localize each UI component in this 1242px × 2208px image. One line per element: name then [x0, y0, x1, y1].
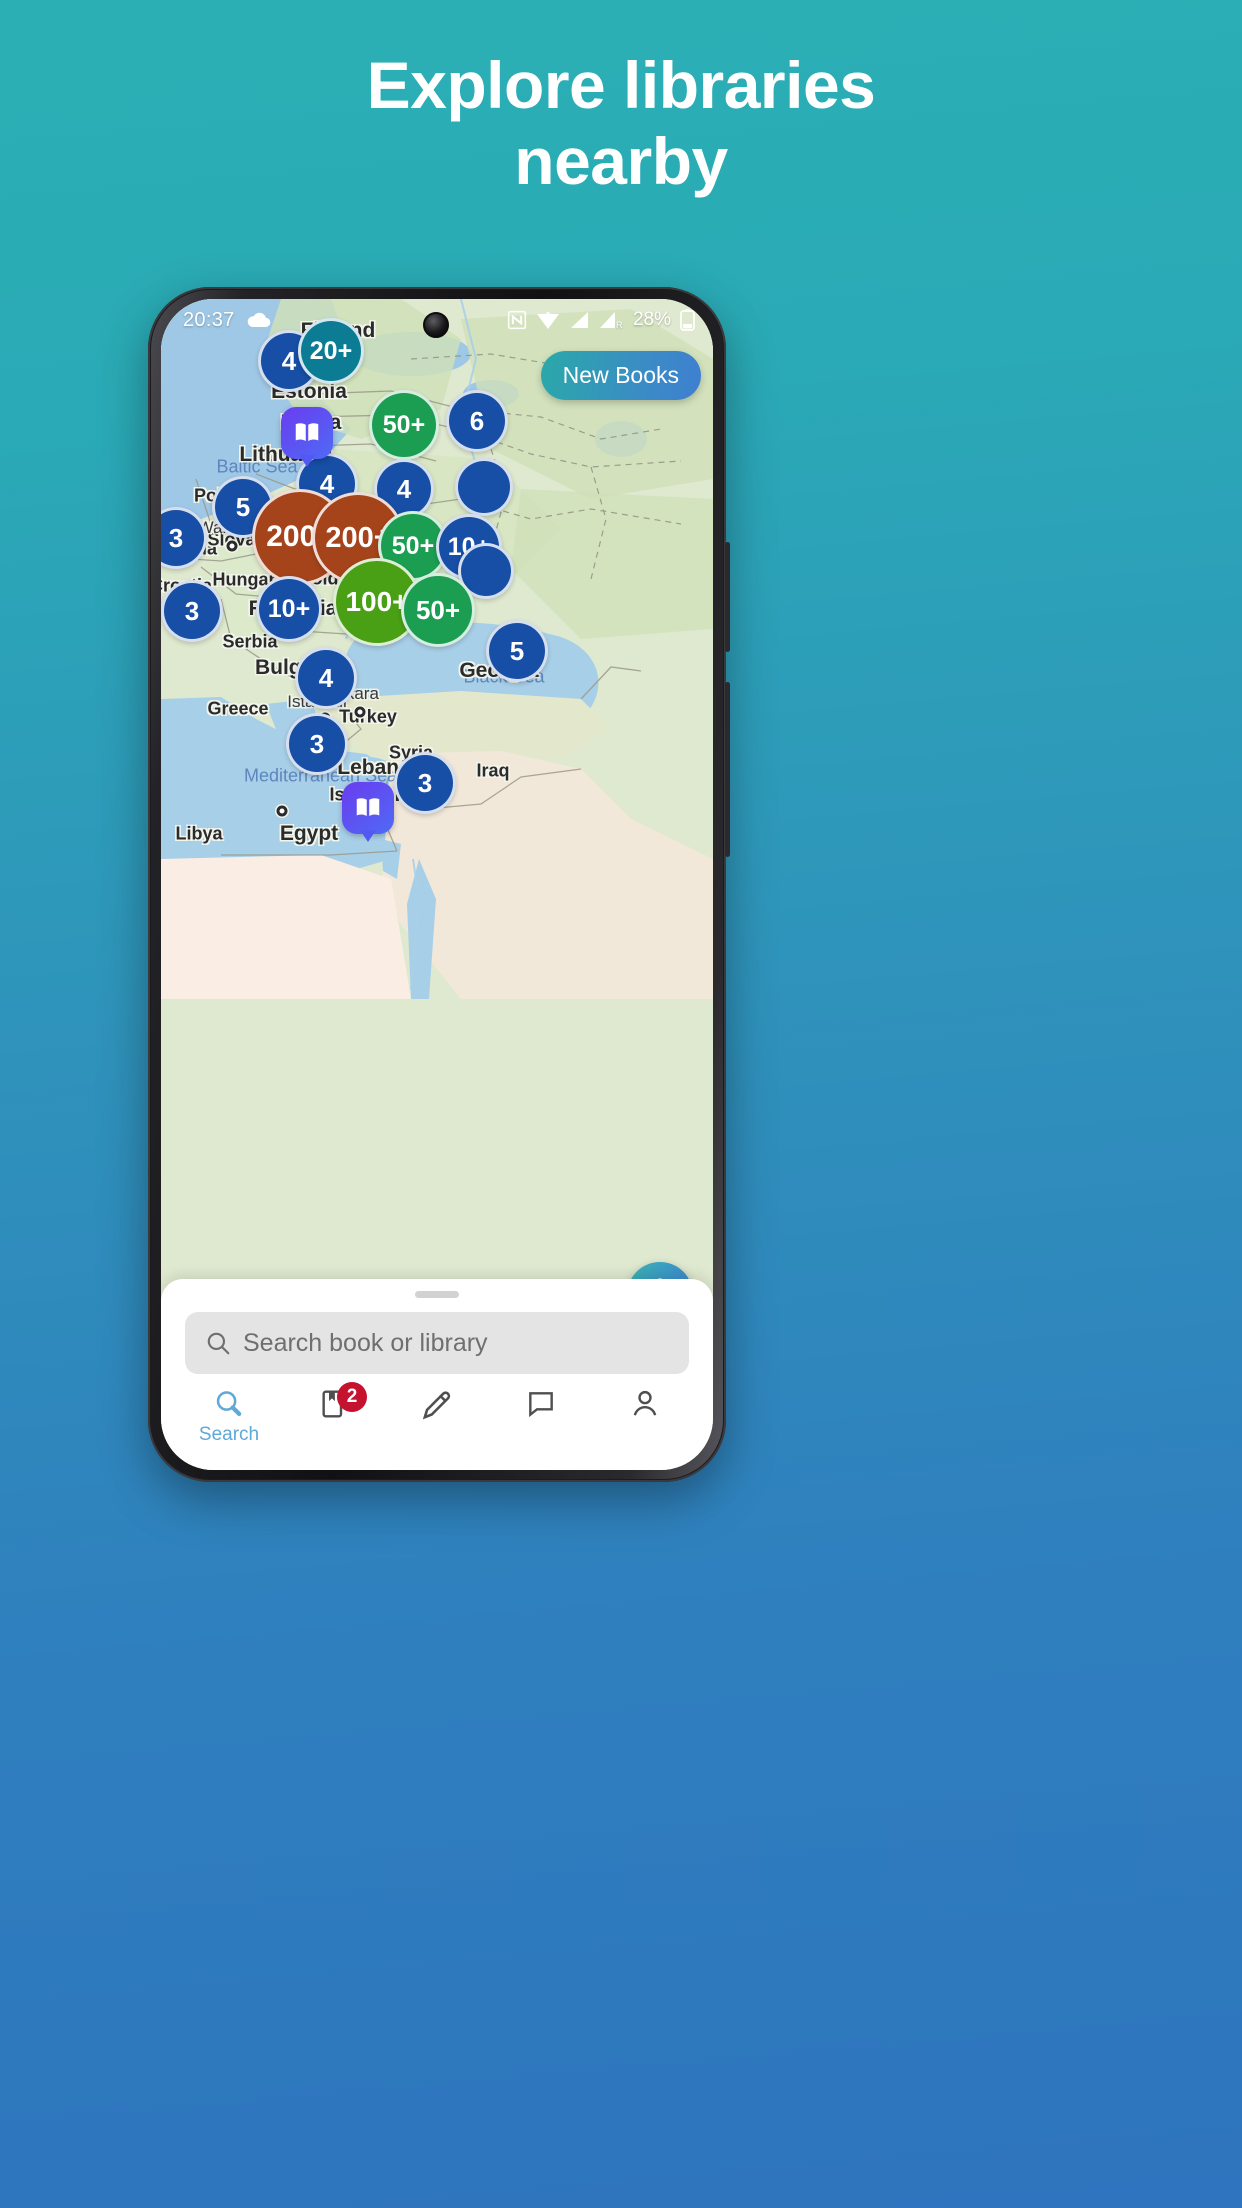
wifi-icon [536, 311, 559, 329]
cloud-icon [246, 311, 272, 329]
nav-item-profile[interactable] [593, 1388, 697, 1420]
map-country-label: Turkey [339, 706, 397, 727]
map-country-label: Egypt [279, 822, 339, 845]
promo-heading: Explore libraries nearby [0, 48, 1242, 200]
map-cluster-marker[interactable]: 5 [486, 620, 548, 682]
map-library-pin[interactable] [281, 407, 333, 467]
sheet-drag-handle[interactable] [415, 1291, 459, 1298]
new-books-chip[interactable]: New Books [540, 351, 701, 400]
book-pin-icon [295, 423, 319, 441]
phone-screen: Baltic Sea Black Sea Mediterranean Sea F… [161, 299, 713, 1470]
map-cluster-marker[interactable]: 50+ [401, 573, 475, 647]
map-cluster-marker[interactable]: 3 [394, 752, 456, 814]
promo-heading-line1: Explore libraries [366, 48, 876, 122]
nav-item-write[interactable] [385, 1388, 489, 1422]
nav-item-books[interactable]: 2 [281, 1382, 385, 1420]
bottom-sheet: Search book or library Search 2 [161, 1279, 713, 1470]
nav-badge-books: 2 [337, 1382, 367, 1412]
status-icons: R 28% [507, 309, 695, 331]
svg-text:R: R [616, 320, 623, 330]
search-input[interactable]: Search book or library [243, 1329, 488, 1358]
pencil-icon [422, 1391, 451, 1420]
search-icon [216, 1391, 242, 1416]
map-country-label: Libya [175, 823, 223, 844]
map-city-dot [276, 805, 288, 817]
nav-item-search[interactable]: Search [177, 1388, 281, 1446]
search-icon [207, 1332, 230, 1355]
map-country-label: Iraq [476, 760, 510, 781]
phone-mockup: Baltic Sea Black Sea Mediterranean Sea F… [148, 287, 730, 1482]
status-time: 20:37 [183, 308, 235, 331]
map-cluster-marker[interactable]: 50+ [369, 390, 439, 460]
signal-roaming-icon: R [599, 311, 623, 330]
chat-icon [529, 1392, 553, 1418]
map-library-pin[interactable] [342, 782, 394, 842]
book-pin-icon [356, 798, 380, 816]
search-bar[interactable]: Search book or library [185, 1312, 689, 1374]
nfc-icon [507, 310, 527, 330]
map-cluster-marker[interactable]: 6 [446, 390, 508, 452]
phone-button-volume-up[interactable] [725, 542, 730, 652]
map-city-dot [354, 706, 366, 718]
map-country-label: Greece [207, 698, 269, 719]
map-cluster-marker[interactable]: 3 [286, 713, 348, 775]
bottom-navigation: Search 2 [161, 1374, 713, 1470]
map-city-dot [226, 540, 238, 552]
profile-icon [633, 1390, 657, 1416]
promo-heading-line2: nearby [514, 123, 728, 198]
battery-icon [680, 309, 695, 331]
phone-button-power[interactable] [725, 682, 730, 857]
battery-percent: 28% [632, 309, 671, 330]
map-cluster-marker[interactable]: 4 [295, 647, 357, 709]
map-cluster-marker[interactable]: 10+ [256, 576, 322, 642]
map-cluster-marker[interactable]: 3 [161, 580, 223, 642]
map-cluster-marker[interactable] [455, 458, 513, 516]
nav-item-chat[interactable] [489, 1388, 593, 1420]
signal-bars-icon [570, 311, 588, 328]
nav-label-search: Search [198, 1424, 260, 1445]
camera-punch-hole [423, 312, 449, 338]
